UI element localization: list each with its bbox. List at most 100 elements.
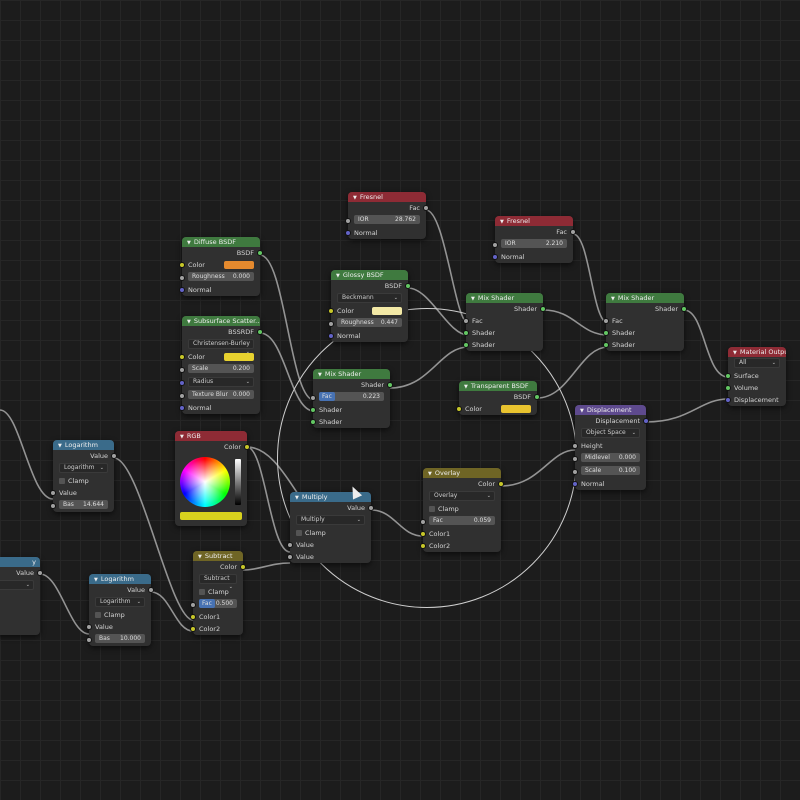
midlevel-field[interactable]: Midlevel 0.000 (581, 453, 640, 462)
socket-out[interactable] (405, 283, 411, 289)
operation-dropdown[interactable]: Logarithm ⌄ (95, 597, 145, 607)
node-header[interactable]: ▼ Mix Shader (313, 369, 390, 379)
socket-out[interactable] (111, 453, 117, 459)
roughness-field[interactable]: Roughness 0.000 (188, 272, 254, 281)
socket-in[interactable] (190, 602, 196, 608)
target-dropdown[interactable]: All ⌄ (734, 358, 780, 368)
socket-in[interactable] (310, 419, 316, 425)
multiply-node[interactable]: ▼ Multiply Value Multiply ⌄ Clamp Value Va… (287, 492, 374, 563)
mix-shader-node-3[interactable]: ▼ Mix Shader Shader Fac 0.223 Shader Shade… (310, 369, 393, 428)
scale-field[interactable]: Scale 0.100 (581, 466, 640, 475)
roughness-field[interactable]: Roughness 0.447 (337, 318, 402, 327)
transparent-bsdf-node[interactable]: ▼ Transparent BSDF BSDF Color (456, 381, 540, 415)
socket-in[interactable] (50, 503, 56, 509)
socket-in[interactable] (179, 367, 185, 373)
socket-in[interactable] (190, 626, 196, 632)
socket-in[interactable] (420, 543, 426, 549)
operation-dropdown[interactable]: Multiply ⌄ (296, 515, 365, 525)
clamp-checkbox[interactable] (296, 530, 302, 536)
node-header[interactable]: ▼ Transparent BSDF (459, 381, 537, 391)
socket-in[interactable] (179, 354, 185, 360)
collapse-icon[interactable]: ▼ (180, 434, 184, 440)
operation-dropdown[interactable]: Logarithm ⌄ (59, 463, 108, 473)
collapse-icon[interactable]: ▼ (295, 495, 299, 501)
blend-dropdown[interactable]: Subtract ⌄ (199, 574, 237, 590)
socket-in[interactable] (328, 321, 334, 327)
mix-shader-node-2[interactable]: ▼ Mix Shader Shader Fac Shader Shader (603, 293, 687, 351)
socket-out[interactable] (534, 394, 540, 400)
subtract-node[interactable]: ▼ Subtract Color Subtract ⌄ Clamp Fac 0.500… (190, 551, 246, 635)
node-header[interactable]: ▼ Overlay (423, 468, 501, 478)
socket-in[interactable] (310, 407, 316, 413)
color-swatch[interactable] (372, 307, 402, 315)
operation-dropdown[interactable]: ⌄ (0, 580, 34, 590)
collapse-icon[interactable]: ▼ (187, 240, 191, 246)
socket-in[interactable] (420, 531, 426, 537)
socket-in[interactable] (179, 275, 185, 281)
collapse-icon[interactable]: ▼ (58, 443, 62, 449)
socket-out[interactable] (148, 587, 154, 593)
subsurface-scattering-node[interactable]: ▼ Subsurface Scatter... BSSRDF Christense… (179, 316, 263, 414)
socket-out[interactable] (498, 481, 504, 487)
space-dropdown[interactable]: Object Space ⌄ (581, 428, 640, 438)
socket-in[interactable] (345, 230, 351, 236)
socket-in[interactable] (725, 397, 731, 403)
socket-in[interactable] (603, 318, 609, 324)
node-header[interactable]: ▼ Mix Shader (606, 293, 684, 303)
socket-in[interactable] (420, 519, 426, 525)
ior-field[interactable]: IOR 28.762 (354, 215, 420, 224)
collapse-icon[interactable]: ▼ (733, 350, 737, 356)
socket-in[interactable] (572, 481, 578, 487)
fac-field[interactable]: Fac 0.500 (199, 599, 237, 608)
node-header[interactable]: ▼ Logarithm (89, 574, 151, 584)
partial-math-node[interactable]: y Value ⌄ (0, 557, 43, 635)
socket-out[interactable] (643, 418, 649, 424)
socket-in[interactable] (456, 406, 462, 412)
collapse-icon[interactable]: ▼ (500, 219, 504, 225)
clamp-checkbox[interactable] (95, 612, 101, 618)
ior-field[interactable]: IOR 2.210 (501, 239, 567, 248)
scale-field[interactable]: Scale 0.200 (188, 364, 254, 373)
radius-dropdown[interactable]: Radius ⌄ (188, 377, 254, 387)
displacement-node[interactable]: ▼ Displacement Displacement Object Space ⌄… (572, 405, 649, 490)
socket-in[interactable] (572, 469, 578, 475)
socket-in[interactable] (492, 254, 498, 260)
clamp-checkbox[interactable] (199, 589, 205, 595)
node-header[interactable]: ▼ Subtract (193, 551, 243, 561)
socket-in[interactable] (179, 287, 185, 293)
socket-out[interactable] (423, 205, 429, 211)
base-field[interactable]: Bas 14.644 (59, 500, 108, 509)
socket-in[interactable] (310, 395, 316, 401)
socket-in[interactable] (492, 242, 498, 248)
socket-in[interactable] (572, 456, 578, 462)
brightness-slider[interactable] (235, 459, 241, 505)
socket-in[interactable] (463, 318, 469, 324)
fac-field[interactable]: Fac 0.059 (429, 516, 495, 525)
collapse-icon[interactable]: ▼ (464, 384, 468, 390)
socket-in[interactable] (179, 405, 185, 411)
logarithm-node-1[interactable]: ▼ Logarithm Value Logarithm ⌄ Clamp Value … (50, 440, 117, 512)
socket-in[interactable] (179, 262, 185, 268)
socket-in[interactable] (328, 333, 334, 339)
node-header[interactable]: ▼ Displacement (575, 405, 646, 415)
glossy-bsdf-node[interactable]: ▼ Glossy BSDF BSDF Beckmann ⌄ Color Roughn… (328, 270, 411, 342)
color-swatch[interactable] (180, 512, 242, 520)
socket-in[interactable] (603, 330, 609, 336)
node-header[interactable]: ▼ Diffuse BSDF (182, 237, 260, 247)
socket-in[interactable] (725, 373, 731, 379)
socket-in[interactable] (603, 342, 609, 348)
socket-in[interactable] (287, 542, 293, 548)
mix-shader-node-1[interactable]: ▼ Mix Shader Shader Fac Shader Shader (463, 293, 546, 351)
collapse-icon[interactable]: ▼ (198, 554, 202, 560)
clamp-checkbox[interactable] (59, 478, 65, 484)
texture-blur-field[interactable]: Texture Blur 0.000 (188, 390, 254, 399)
socket-in[interactable] (179, 380, 185, 386)
logarithm-node-2[interactable]: ▼ Logarithm Value Logarithm ⌄ Clamp Value … (86, 574, 154, 646)
method-dropdown[interactable]: Christensen-Burley ⌄ (188, 339, 254, 355)
node-header[interactable]: ▼ Glossy BSDF (331, 270, 408, 280)
diffuse-bsdf-node[interactable]: ▼ Diffuse BSDF BSDF Color Roughness 0.000 … (179, 237, 263, 296)
node-header[interactable]: ▼ RGB (175, 431, 247, 441)
node-header[interactable]: ▼ Mix Shader (466, 293, 543, 303)
socket-in[interactable] (190, 614, 196, 620)
socket-out[interactable] (681, 306, 687, 312)
